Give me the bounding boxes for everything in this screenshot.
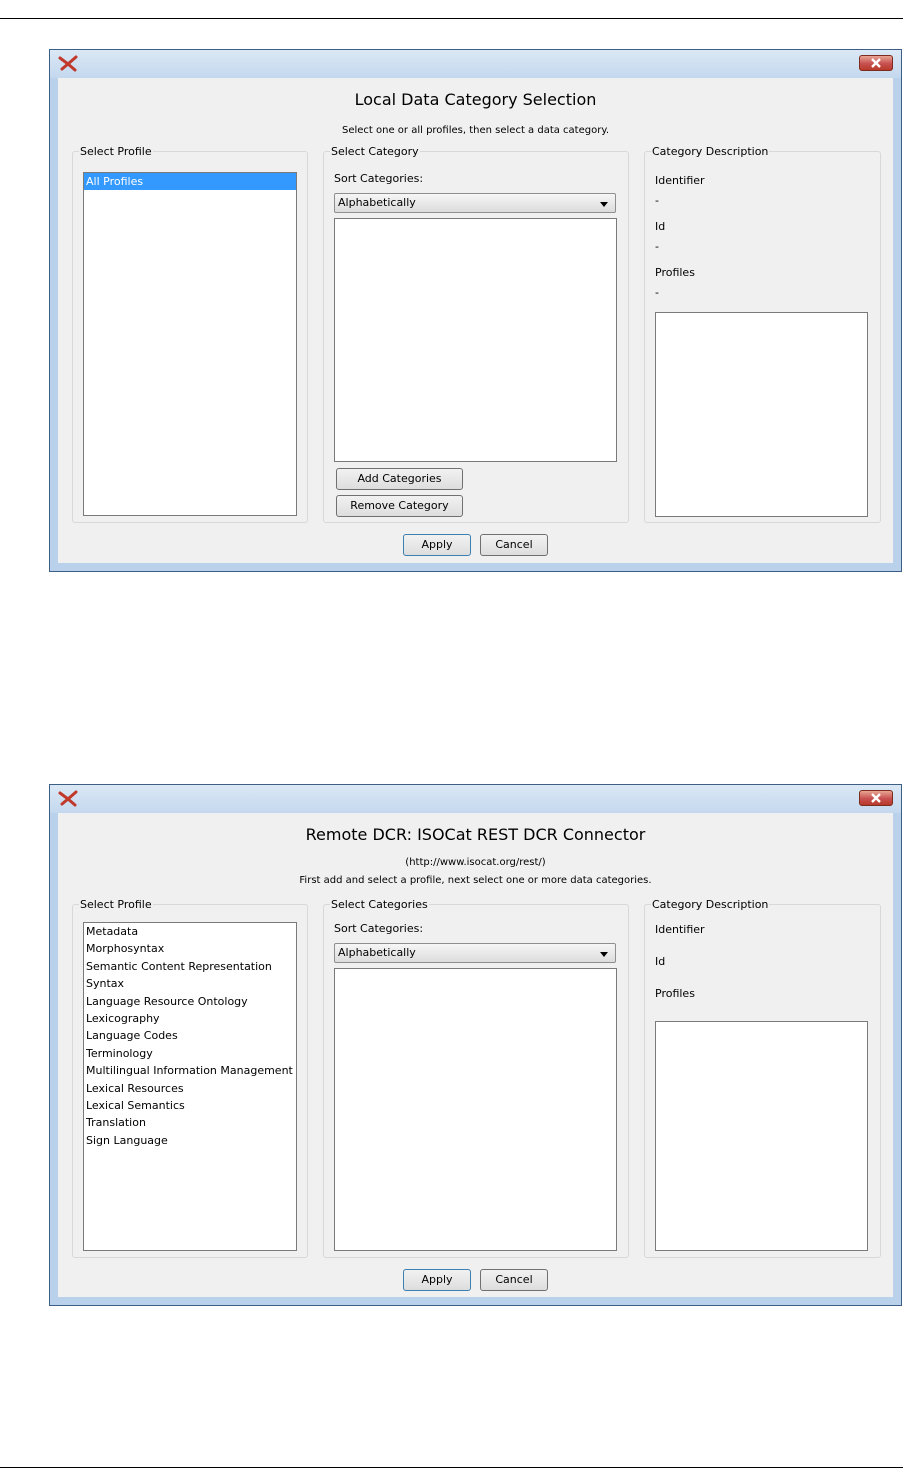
chevron-down-icon bbox=[600, 952, 608, 957]
profiles-label: Profiles bbox=[655, 987, 695, 1000]
list-item[interactable]: Translation bbox=[84, 1114, 296, 1131]
group-label: Category Description bbox=[652, 145, 769, 158]
list-item[interactable]: Morphosyntax bbox=[84, 940, 296, 957]
cancel-button[interactable]: Cancel bbox=[480, 1269, 548, 1291]
select-profile-group: Select Profile All Profiles bbox=[72, 145, 308, 523]
remote-dialog-window: Remote DCR: ISOCat REST DCR Connector (h… bbox=[49, 784, 902, 1306]
category-list[interactable] bbox=[334, 218, 617, 462]
dialog-title: Remote DCR: ISOCat REST DCR Connector bbox=[305, 825, 646, 844]
sort-categories-label: Sort Categories: bbox=[334, 172, 424, 185]
profile-list[interactable]: All Profiles bbox=[83, 172, 297, 516]
list-item[interactable]: Metadata bbox=[84, 923, 296, 940]
category-description-group: Category Description Identifier - Id - P… bbox=[644, 145, 881, 523]
group-label: Select Profile bbox=[80, 145, 152, 158]
app-logo-icon bbox=[58, 790, 78, 807]
profile-list[interactable]: Metadata Morphosyntax Semantic Content R… bbox=[83, 922, 297, 1251]
title-bar[interactable] bbox=[50, 785, 901, 813]
title-bar[interactable] bbox=[50, 50, 901, 78]
identifier-label: Identifier bbox=[655, 923, 705, 936]
apply-button[interactable]: Apply bbox=[403, 534, 471, 556]
remove-category-button[interactable]: Remove Category bbox=[336, 495, 463, 517]
profiles-label: Profiles bbox=[655, 266, 695, 279]
dialog-content: Remote DCR: ISOCat REST DCR Connector (h… bbox=[58, 813, 893, 1297]
apply-button[interactable]: Apply bbox=[403, 1269, 471, 1291]
id-label: Id bbox=[655, 955, 666, 968]
close-icon bbox=[871, 58, 881, 68]
group-label: Select Profile bbox=[80, 898, 152, 911]
sort-categories-label: Sort Categories: bbox=[334, 922, 424, 935]
close-button[interactable] bbox=[859, 55, 893, 71]
top-rule bbox=[0, 18, 903, 19]
group-label: Select Category bbox=[331, 145, 419, 158]
group-label: Select Categories bbox=[331, 898, 428, 911]
list-item[interactable]: Semantic Content Representation bbox=[84, 958, 296, 975]
list-item[interactable]: Terminology bbox=[84, 1045, 296, 1062]
description-text-area[interactable] bbox=[655, 1021, 868, 1251]
chevron-down-icon bbox=[600, 202, 608, 207]
list-item[interactable]: Multilingual Information Management bbox=[84, 1062, 296, 1079]
select-profile-group: Select Profile Metadata Morphosyntax Sem… bbox=[72, 898, 308, 1258]
group-label: Category Description bbox=[652, 898, 769, 911]
list-item-selected[interactable]: All Profiles bbox=[84, 173, 296, 191]
description-text-area[interactable] bbox=[655, 312, 868, 517]
select-categories-group: Select Categories Sort Categories: Alpha… bbox=[323, 898, 629, 1258]
select-category-group: Select Category Sort Categories: Alphabe… bbox=[323, 145, 629, 523]
identifier-label: Identifier bbox=[655, 174, 705, 187]
app-logo-icon bbox=[58, 55, 78, 72]
sort-categories-dropdown[interactable]: Alphabetically bbox=[334, 193, 616, 213]
id-value: - bbox=[655, 240, 659, 253]
add-categories-button[interactable]: Add Categories bbox=[336, 468, 463, 490]
cancel-button[interactable]: Cancel bbox=[480, 534, 548, 556]
list-item[interactable]: Lexical Resources bbox=[84, 1080, 296, 1097]
id-label: Id bbox=[655, 220, 666, 233]
connector-url: (http://www.isocat.org/rest/) bbox=[405, 857, 546, 868]
list-item[interactable]: Language Codes bbox=[84, 1027, 296, 1044]
list-item[interactable]: Lexical Semantics bbox=[84, 1097, 296, 1114]
dropdown-value: Alphabetically bbox=[338, 946, 416, 959]
list-item[interactable]: Syntax bbox=[84, 975, 296, 992]
category-list[interactable] bbox=[334, 968, 617, 1251]
sort-categories-dropdown[interactable]: Alphabetically bbox=[334, 943, 616, 963]
dialog-title: Local Data Category Selection bbox=[354, 90, 597, 109]
close-button[interactable] bbox=[859, 790, 893, 806]
dialog-instructions: Select one or all profiles, then select … bbox=[341, 125, 610, 136]
dialog-content: Local Data Category Selection Select one… bbox=[58, 78, 893, 563]
dropdown-value: Alphabetically bbox=[338, 196, 416, 209]
list-item[interactable]: Lexicography bbox=[84, 1010, 296, 1027]
identifier-value: - bbox=[655, 194, 659, 207]
close-icon bbox=[871, 793, 881, 803]
local-dialog-window: Local Data Category Selection Select one… bbox=[49, 49, 902, 572]
list-item[interactable]: Language Resource Ontology bbox=[84, 993, 296, 1010]
list-item[interactable]: Sign Language bbox=[84, 1132, 296, 1149]
profiles-value: - bbox=[655, 286, 659, 299]
dialog-instructions: First add and select a profile, next sel… bbox=[299, 875, 652, 886]
category-description-group: Category Description Identifier Id Profi… bbox=[644, 898, 881, 1258]
bottom-rule bbox=[0, 1467, 903, 1468]
